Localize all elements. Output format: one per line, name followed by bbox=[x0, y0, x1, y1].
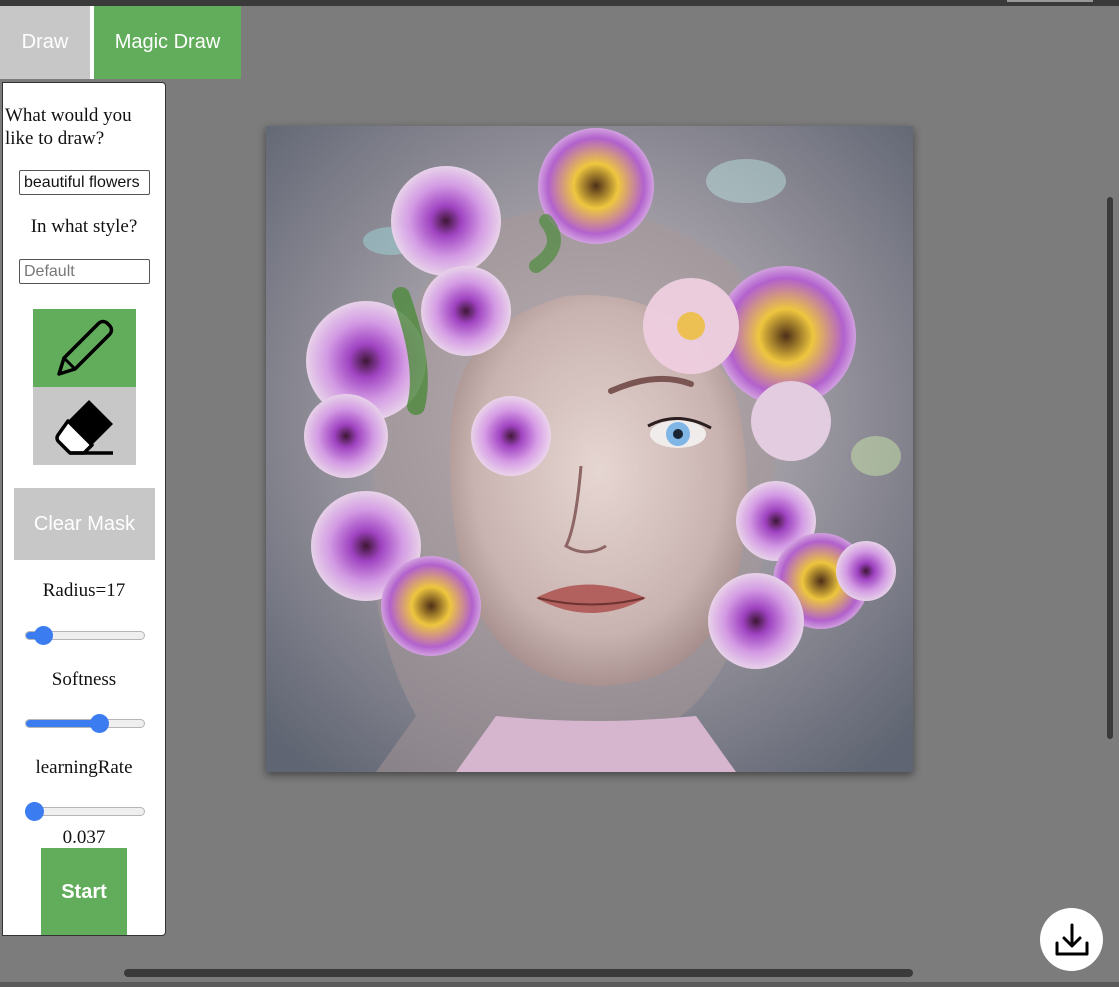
start-button[interactable]: Start bbox=[41, 848, 127, 935]
learning-rate-slider[interactable] bbox=[25, 801, 145, 823]
pencil-icon bbox=[56, 319, 113, 376]
eraser-icon bbox=[54, 400, 113, 455]
softness-slider[interactable] bbox=[25, 713, 145, 735]
learning-rate-label: learningRate bbox=[35, 757, 133, 778]
pencil-tool-button[interactable] bbox=[33, 309, 136, 387]
prompt-input[interactable] bbox=[19, 170, 150, 195]
generated-image bbox=[266, 126, 913, 772]
radius-label: Radius=17 bbox=[42, 580, 126, 601]
style-input[interactable] bbox=[19, 259, 150, 284]
control-panel: What would you like to draw? In what sty… bbox=[2, 82, 166, 936]
eraser-tool-button[interactable] bbox=[33, 387, 136, 465]
learning-rate-value: 0.037 bbox=[62, 827, 106, 848]
drawing-canvas[interactable] bbox=[266, 126, 913, 772]
clear-mask-button[interactable]: Clear Mask bbox=[14, 488, 155, 560]
softness-slider-track bbox=[25, 719, 145, 728]
tab-magic-draw[interactable]: Magic Draw bbox=[94, 6, 241, 79]
vertical-scrollbar[interactable] bbox=[1107, 197, 1113, 739]
softness-label: Softness bbox=[51, 669, 117, 690]
download-icon bbox=[1055, 923, 1088, 955]
magic-draw-app: Draw Magic Draw What would you like to d… bbox=[0, 0, 1119, 987]
radius-slider[interactable] bbox=[25, 625, 145, 647]
softness-slider-fill bbox=[26, 720, 100, 727]
top-bar-indicator bbox=[1007, 0, 1093, 2]
softness-slider-thumb[interactable] bbox=[90, 714, 110, 733]
mode-tabs: Draw Magic Draw bbox=[0, 6, 241, 79]
download-button[interactable] bbox=[1040, 908, 1103, 971]
style-question: In what style? bbox=[30, 216, 138, 237]
tab-draw[interactable]: Draw bbox=[0, 6, 90, 79]
learning-rate-slider-thumb[interactable] bbox=[25, 802, 44, 821]
window-bottom-edge bbox=[0, 982, 1119, 987]
radius-slider-thumb[interactable] bbox=[34, 626, 53, 645]
horizontal-scrollbar[interactable] bbox=[124, 969, 913, 977]
prompt-question: What would you like to draw? bbox=[5, 105, 132, 149]
